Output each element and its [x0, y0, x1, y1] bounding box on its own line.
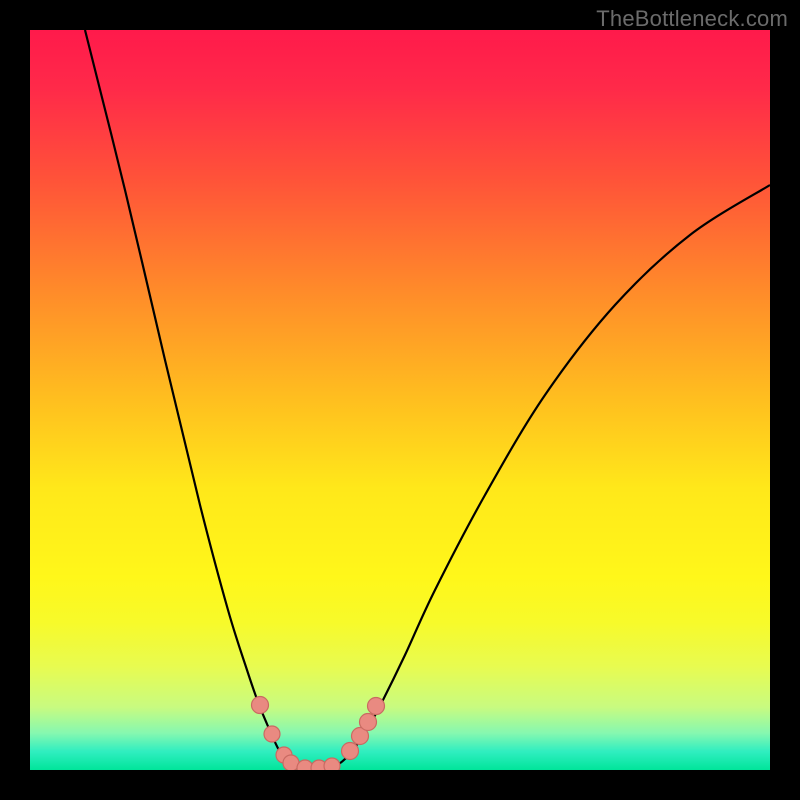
data-point [264, 726, 280, 742]
data-point [368, 698, 385, 715]
watermark-text: TheBottleneck.com [596, 6, 788, 32]
curve-right [313, 185, 770, 769]
data-point [360, 714, 377, 731]
data-point [324, 758, 340, 770]
data-point [252, 697, 269, 714]
curve-left [85, 30, 313, 769]
data-point [342, 743, 359, 760]
bottleneck-curve [30, 30, 770, 770]
plot-area [30, 30, 770, 770]
chart-frame: TheBottleneck.com [0, 0, 800, 800]
data-points [252, 697, 385, 771]
